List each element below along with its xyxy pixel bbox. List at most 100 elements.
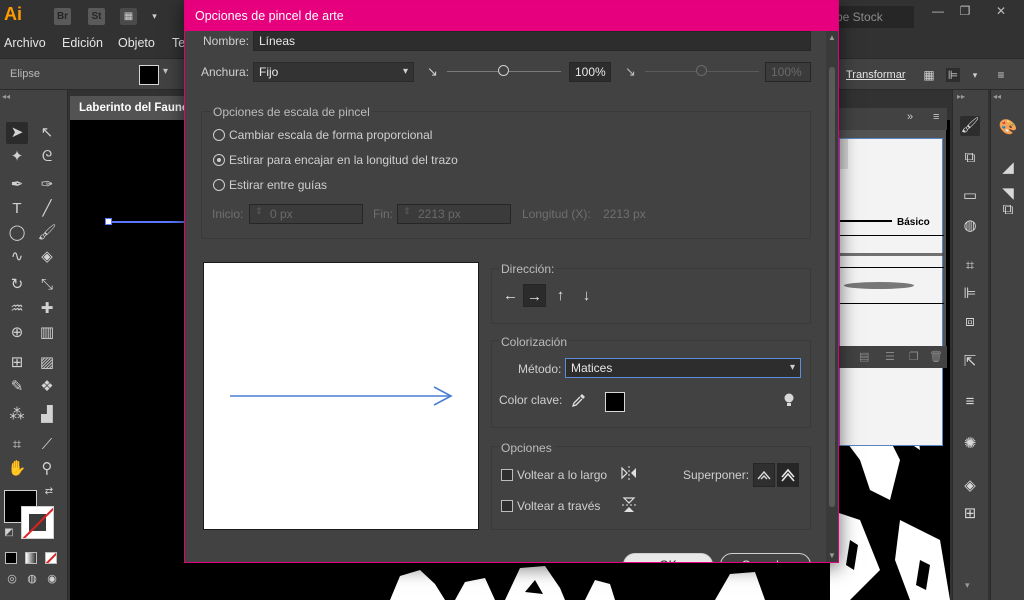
color-mode-icon[interactable] xyxy=(5,552,17,564)
mesh-tool-icon[interactable]: ⊞ xyxy=(6,352,28,374)
minimize-icon[interactable]: — xyxy=(928,4,948,18)
transform-grid-icon[interactable]: ⌗ xyxy=(960,256,980,276)
appearance-panel-icon[interactable]: ✺ xyxy=(960,434,980,454)
brush-basic-stroke[interactable] xyxy=(840,220,892,222)
column-graph-tool-icon[interactable]: ▟ xyxy=(36,404,58,426)
radio-stretch-guides-label[interactable]: Estirar entre guías xyxy=(229,178,327,192)
workspace-layout-icon[interactable]: ▦ xyxy=(120,8,137,25)
draw-normal-icon[interactable]: ◎ xyxy=(4,571,20,587)
symbols-panel-icon[interactable]: ⧉ xyxy=(998,200,1018,220)
selection-tool-icon[interactable]: ➤ xyxy=(6,122,28,144)
close-icon[interactable]: ✕ xyxy=(991,4,1011,18)
curvature-tool-icon[interactable]: ✑ xyxy=(36,174,58,196)
dialog-scrollbar[interactable]: ▲ ▼ xyxy=(826,31,838,562)
zoom-tool-icon[interactable]: ⚲ xyxy=(36,458,58,480)
flip-along-label[interactable]: Voltear a lo largo xyxy=(517,468,607,482)
radio-stretch-fit[interactable] xyxy=(213,154,225,166)
brush-options-icon[interactable]: ☰ xyxy=(885,350,895,363)
menu-objeto[interactable]: Objeto xyxy=(118,36,155,50)
swap-colors-icon[interactable]: ⇄ xyxy=(42,485,56,499)
brush-name-input[interactable]: Líneas xyxy=(253,31,811,51)
collapse-toolbar-icon[interactable]: ◂◂ xyxy=(2,92,10,101)
delete-brush-icon[interactable]: 🗑 xyxy=(929,350,943,363)
perspective-grid-tool-icon[interactable]: ▥ xyxy=(36,322,58,344)
scale-tool-icon[interactable]: ⤡ xyxy=(36,274,58,296)
color-panel-icon[interactable]: 🎨 xyxy=(998,118,1018,138)
magic-wand-tool-icon[interactable]: ✦ xyxy=(6,146,28,168)
draw-behind-icon[interactable]: ◍ xyxy=(24,571,40,587)
flip-across-label[interactable]: Voltear a través xyxy=(517,499,600,513)
stroke-panel-icon[interactable]: ≡ xyxy=(960,392,980,412)
lasso-tool-icon[interactable]: ᘓ xyxy=(36,146,58,168)
direction-down-button[interactable]: ↓ xyxy=(575,284,598,307)
none-mode-icon[interactable] xyxy=(45,552,57,564)
overlap-adjust-corners-button[interactable] xyxy=(753,463,775,487)
anchor-point-handle[interactable] xyxy=(105,218,112,225)
slice-tool-icon[interactable]: ⟋ xyxy=(36,434,58,456)
ellipse-tool-icon[interactable]: ◯ xyxy=(6,222,28,244)
key-color-swatch[interactable] xyxy=(605,392,625,412)
align-chevron-icon[interactable]: ▾ xyxy=(968,68,982,82)
layers-panel-icon[interactable]: ◈ xyxy=(960,476,980,496)
type-tool-icon[interactable]: T xyxy=(6,198,28,220)
gradient-tool-icon[interactable]: ▨ xyxy=(36,352,58,374)
fill-chevron-icon[interactable]: ▾ xyxy=(163,66,168,77)
panel-menu-icon[interactable]: ≡ xyxy=(994,68,1008,82)
line-tool-icon[interactable]: ╱ xyxy=(36,198,58,220)
blend-tool-icon[interactable]: ❖ xyxy=(36,376,58,398)
arrange-grid-icon[interactable]: ▦ xyxy=(922,68,936,82)
shaper-tool-icon[interactable]: ∿ xyxy=(6,246,28,268)
scroll-down-icon[interactable]: ▾ xyxy=(965,580,970,591)
align-panel-icon[interactable]: ⊫ xyxy=(960,284,980,304)
gradient-panel-icon[interactable]: ▭ xyxy=(960,186,980,206)
width-mode-select[interactable]: Fijo ▾ xyxy=(253,62,414,82)
direction-left-button[interactable]: ← xyxy=(499,284,522,307)
ok-button[interactable]: OK xyxy=(623,553,713,562)
brush-library-icon[interactable]: ▤ xyxy=(859,350,869,363)
width-percent-input[interactable]: 100% xyxy=(569,62,611,82)
align-icon[interactable]: ⊫ xyxy=(946,68,960,82)
brushes-panel-icon[interactable]: 🖌 xyxy=(960,116,980,136)
cancel-button[interactable]: Cancelar xyxy=(720,553,811,562)
brush-list[interactable]: Básico xyxy=(839,138,944,446)
menu-archivo[interactable]: Archivo xyxy=(4,36,46,50)
fill-color-swatch[interactable] xyxy=(139,65,159,85)
panel-expand-icon[interactable]: » xyxy=(907,111,913,123)
export-panel-icon[interactable]: ⇱ xyxy=(960,352,980,372)
flip-along-checkbox[interactable] xyxy=(501,469,513,481)
document-tab[interactable]: Laberinto del Fauno xyxy=(70,96,190,120)
flip-across-checkbox[interactable] xyxy=(501,500,513,512)
eyedropper-icon[interactable] xyxy=(569,392,589,412)
radio-stretch-fit-label[interactable]: Estirar para encajar en la longitud del … xyxy=(229,153,458,167)
puppet-warp-tool-icon[interactable]: ✚ xyxy=(36,298,58,320)
stroke-color-box[interactable] xyxy=(21,506,54,539)
gradient-mode-icon[interactable] xyxy=(25,552,37,564)
radio-scale-proportional-label[interactable]: Cambiar escala de forma proporcional xyxy=(229,128,432,142)
tips-lightbulb-icon[interactable] xyxy=(779,392,799,412)
transform-panel-icon[interactable]: ⧉ xyxy=(960,148,980,168)
paintbrush-tool-icon[interactable]: 🖌 xyxy=(36,222,58,244)
width-slider-thumb[interactable] xyxy=(498,65,509,76)
warp-tool-icon[interactable]: ♒ xyxy=(6,298,28,320)
artboards-panel-icon[interactable]: ⊞ xyxy=(960,504,980,524)
colorization-method-select[interactable]: Matices ▾ xyxy=(565,358,801,378)
scroll-down-icon[interactable]: ▼ xyxy=(828,551,836,560)
brush-chalk-stroke[interactable] xyxy=(840,253,944,256)
hand-tool-icon[interactable]: ✋ xyxy=(6,458,28,480)
radio-scale-proportional[interactable] xyxy=(213,129,225,141)
pen-tool-icon[interactable]: ✒ xyxy=(6,174,28,196)
eraser-tool-icon[interactable]: ◈ xyxy=(36,246,58,268)
scroll-up-icon[interactable]: ▲ xyxy=(828,33,836,42)
direction-up-button[interactable]: ↑ xyxy=(549,284,572,307)
stock-app-button[interactable]: St xyxy=(88,8,105,25)
symbol-sprayer-tool-icon[interactable]: ⁂ xyxy=(6,404,28,426)
bridge-app-button[interactable]: Br xyxy=(54,8,71,25)
draw-inside-icon[interactable]: ◉ xyxy=(44,571,60,587)
scrollbar-thumb[interactable] xyxy=(829,67,835,507)
collapse-dock-icon[interactable]: ◂◂ xyxy=(993,92,1001,101)
transform-link[interactable]: Transformar xyxy=(846,69,906,81)
brush-oval-stroke[interactable] xyxy=(844,282,914,289)
panel-menu-icon[interactable]: ≡ xyxy=(933,111,939,123)
color-guide-icon[interactable]: ◢ xyxy=(998,158,1018,178)
eyedropper-tool-icon[interactable]: ✎ xyxy=(6,376,28,398)
